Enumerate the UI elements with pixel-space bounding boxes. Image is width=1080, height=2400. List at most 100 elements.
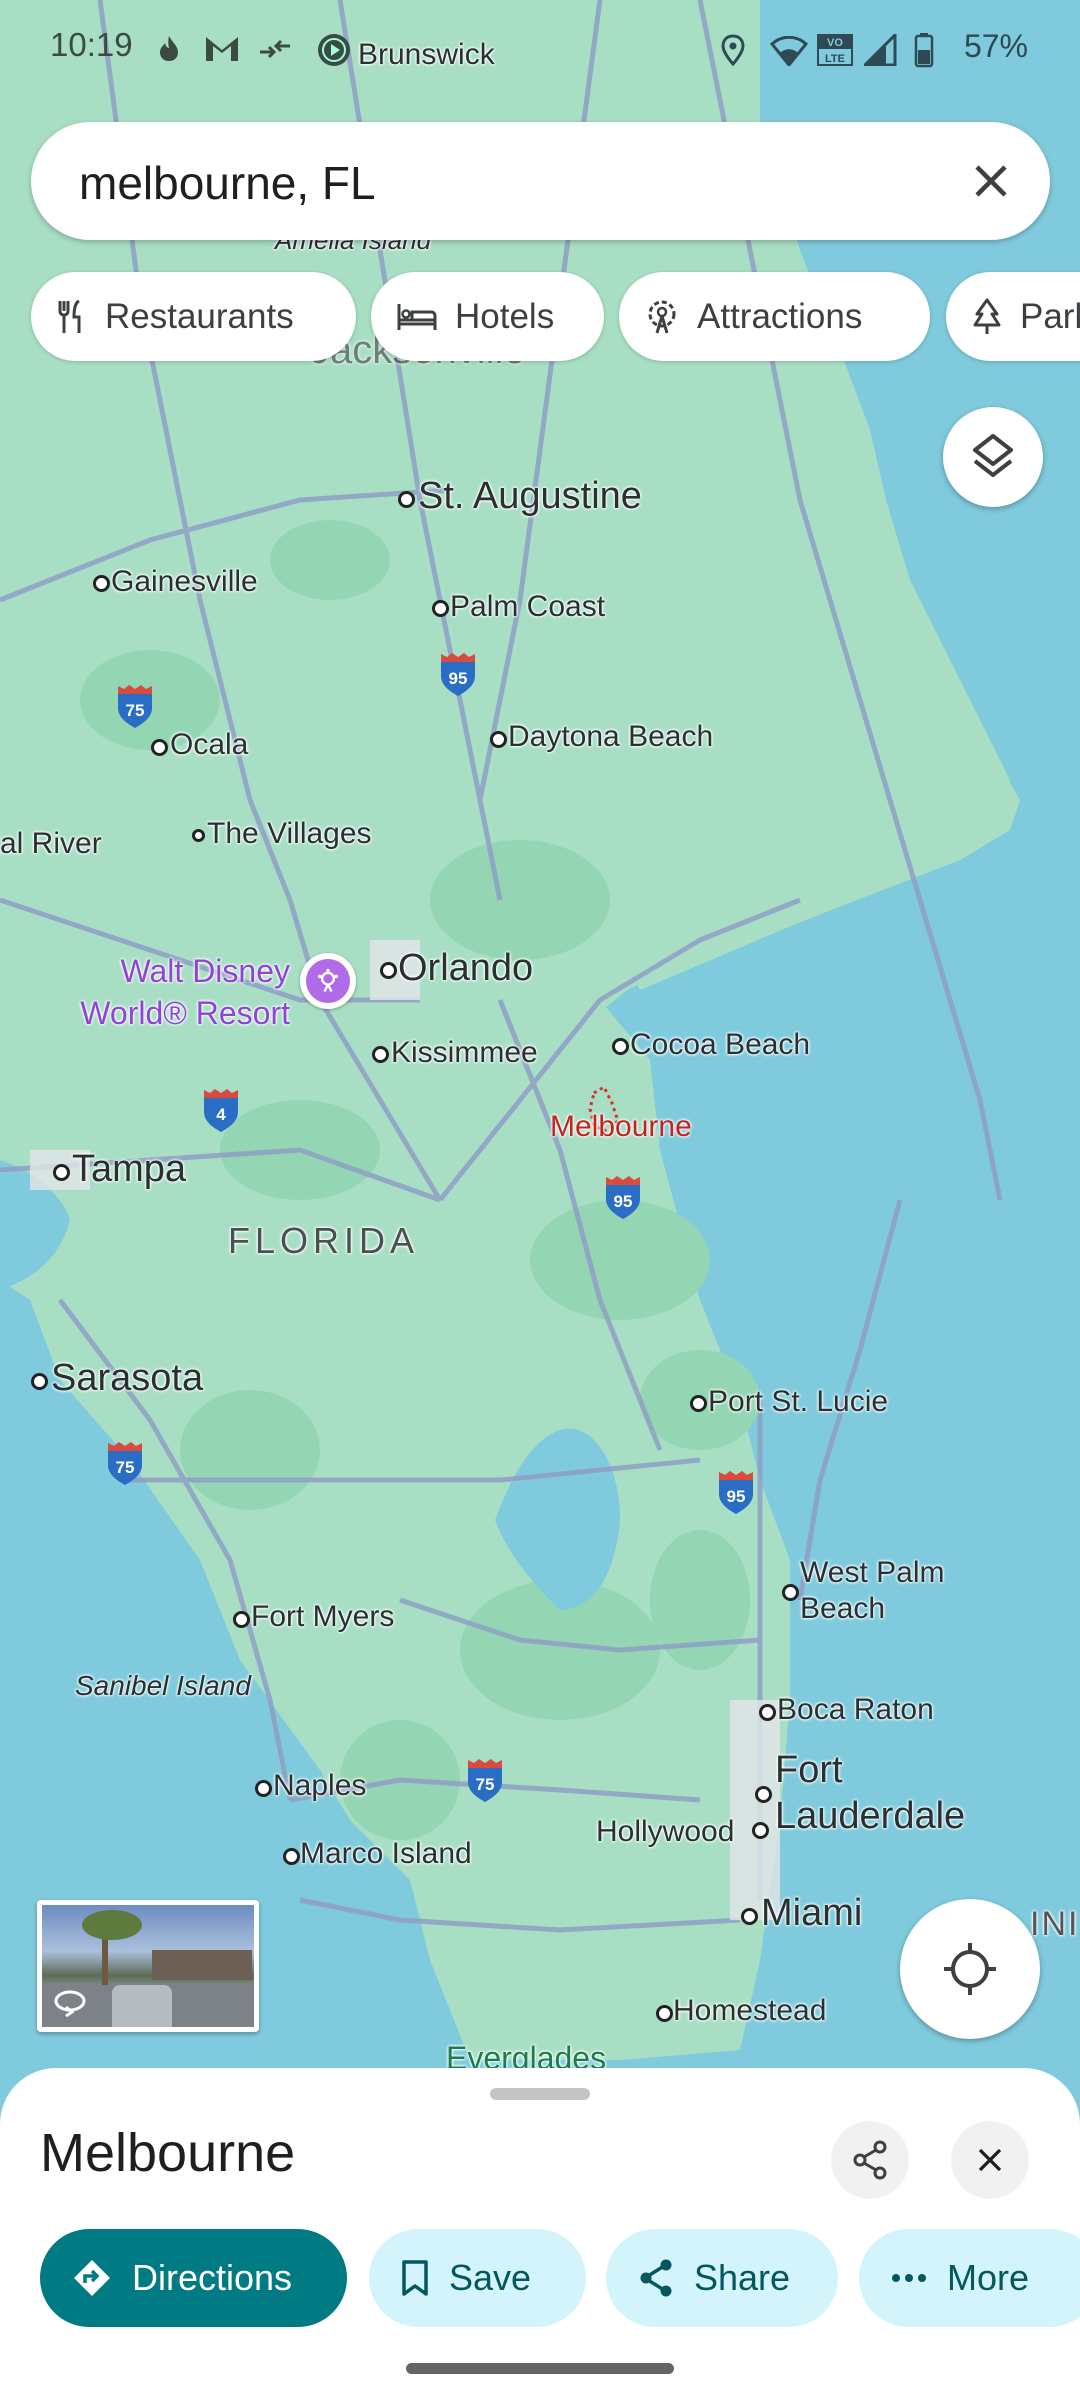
city-dot xyxy=(283,1848,300,1865)
status-time: 10:19 xyxy=(50,26,133,63)
place-title: Melbourne xyxy=(40,2123,296,2183)
svg-text:75: 75 xyxy=(476,1775,495,1794)
search-bar[interactable]: melbourne, FL xyxy=(31,122,1050,240)
interstate-shield: 95 xyxy=(606,1176,640,1219)
city-dot xyxy=(752,1822,769,1839)
battery-icon xyxy=(914,33,934,68)
chip-label: Hotels xyxy=(455,296,555,336)
city-label-tampa[interactable]: Tampa xyxy=(72,1148,186,1191)
chip-label: Restaurants xyxy=(105,296,294,336)
battery-percent: 57% xyxy=(963,28,1028,64)
city-dot xyxy=(432,600,449,617)
city-dot xyxy=(759,1704,776,1721)
city-label-homestead[interactable]: Homestead xyxy=(673,1994,826,2028)
fire-icon xyxy=(160,36,178,61)
city-dot xyxy=(380,962,397,979)
city-dot xyxy=(741,1908,758,1925)
city-label-cocoa-beach[interactable]: Cocoa Beach xyxy=(630,1028,810,1062)
search-input[interactable]: melbourne, FL xyxy=(79,156,376,210)
volte-icon: VO LTE xyxy=(817,34,853,66)
street-view-image xyxy=(42,1905,254,2027)
street-view-thumbnail[interactable] xyxy=(37,1900,259,2032)
city-label-fort-myers[interactable]: Fort Myers xyxy=(251,1600,394,1634)
close-sheet-button[interactable] xyxy=(951,2121,1029,2199)
interstate-shield: 75 xyxy=(108,1442,142,1485)
city-dot xyxy=(93,575,110,592)
city-dot xyxy=(151,739,168,756)
city-dot xyxy=(690,1395,707,1412)
city-label-palm-coast[interactable]: Palm Coast xyxy=(450,590,605,624)
chip-attractions[interactable]: Attractions xyxy=(619,272,930,361)
gesture-nav-bar[interactable] xyxy=(406,2363,674,2374)
my-location-button[interactable] xyxy=(900,1899,1040,2039)
location-icon xyxy=(721,34,745,66)
park-icon xyxy=(973,298,1001,334)
chip-parks[interactable]: Parks xyxy=(946,272,1080,361)
bookmark-icon xyxy=(402,2260,428,2296)
share-label: Share xyxy=(694,2257,791,2298)
city-label-port-st-lucie[interactable]: Port St. Lucie xyxy=(708,1385,888,1419)
city-label-kissimmee[interactable]: Kissimmee xyxy=(391,1036,538,1070)
close-icon[interactable] xyxy=(970,160,1012,202)
directions-button[interactable]: Directions xyxy=(40,2229,347,2327)
city-dot xyxy=(192,829,205,842)
city-label-miami[interactable]: Miami xyxy=(761,1892,862,1935)
share-icon xyxy=(853,2140,887,2180)
poi-label-walt-disney-world[interactable]: Walt Disney World® Resort xyxy=(55,950,290,1034)
city-label-sanibel-island[interactable]: Sanibel Island xyxy=(75,1670,251,1702)
save-button[interactable]: Save xyxy=(369,2229,586,2327)
attraction-icon xyxy=(648,300,676,333)
share-icon xyxy=(640,2259,672,2297)
layers-icon xyxy=(973,434,1013,477)
city-label-marco-island[interactable]: Marco Island xyxy=(300,1837,472,1871)
more-label: More xyxy=(947,2257,1030,2298)
city-dot xyxy=(490,731,507,748)
save-label: Save xyxy=(449,2257,532,2298)
poi-pin-disney[interactable] xyxy=(300,953,356,1009)
gmail-icon xyxy=(206,37,238,61)
city-dot xyxy=(612,1038,629,1055)
city-label-west-palm-beach[interactable]: West Palm Beach xyxy=(800,1555,970,1627)
360-rotate-icon xyxy=(54,1990,86,2017)
city-dot xyxy=(255,1780,272,1797)
layers-button[interactable] xyxy=(943,407,1043,507)
city-label-crystal-river[interactable]: Crystal River xyxy=(0,827,102,861)
close-icon xyxy=(978,2148,1002,2172)
drag-handle[interactable] xyxy=(490,2088,590,2100)
hotel-icon xyxy=(397,303,437,330)
interstate-shield: 95 xyxy=(441,653,475,696)
more-button[interactable]: More xyxy=(859,2229,1080,2327)
svg-text:75: 75 xyxy=(116,1458,135,1477)
chip-hotels[interactable]: Hotels xyxy=(371,272,604,361)
selected-place-label[interactable]: Melbourne xyxy=(550,1110,692,1144)
svg-text:95: 95 xyxy=(614,1192,633,1211)
city-label-hollywood[interactable]: Hollywood xyxy=(596,1815,734,1849)
chip-restaurants[interactable]: Restaurants xyxy=(31,272,356,361)
my-location-icon xyxy=(944,1943,996,1995)
directions-icon xyxy=(74,2260,110,2296)
city-label-boca-raton[interactable]: Boca Raton xyxy=(777,1693,934,1727)
city-dot xyxy=(53,1164,70,1181)
share-icon-button[interactable] xyxy=(831,2121,909,2199)
city-label-the-villages[interactable]: The Villages xyxy=(207,817,372,851)
more-horiz-icon xyxy=(892,2274,926,2282)
city-dot xyxy=(398,491,415,508)
city-label-fort-lauderdale[interactable]: Fort Lauderdale xyxy=(775,1747,1005,1839)
city-label-ocala[interactable]: Ocala xyxy=(170,728,248,762)
city-label-sarasota[interactable]: Sarasota xyxy=(51,1357,203,1400)
play-circle-icon xyxy=(318,34,350,66)
share-button[interactable]: Share xyxy=(606,2229,838,2327)
city-label-orlando[interactable]: Orlando xyxy=(398,947,533,990)
city-label-daytona-beach[interactable]: Daytona Beach xyxy=(508,720,713,754)
category-chips: Restaurants Hotels Attractions Parks xyxy=(31,272,1080,361)
svg-text:75: 75 xyxy=(126,701,145,720)
city-label-st-augustine[interactable]: St. Augustine xyxy=(418,475,642,518)
city-label-gainesville[interactable]: Gainesville xyxy=(111,565,258,599)
city-dot xyxy=(233,1611,250,1628)
status-bar: 10:19 Brunswick VO LTE 57% xyxy=(0,0,1080,100)
svg-text:VO: VO xyxy=(827,37,843,49)
city-label-naples[interactable]: Naples xyxy=(273,1769,366,1803)
restaurant-icon xyxy=(58,299,81,333)
interstate-shield: 95 xyxy=(719,1471,753,1514)
place-bottom-sheet: Melbourne Directions Save Share More xyxy=(0,2068,1080,2400)
